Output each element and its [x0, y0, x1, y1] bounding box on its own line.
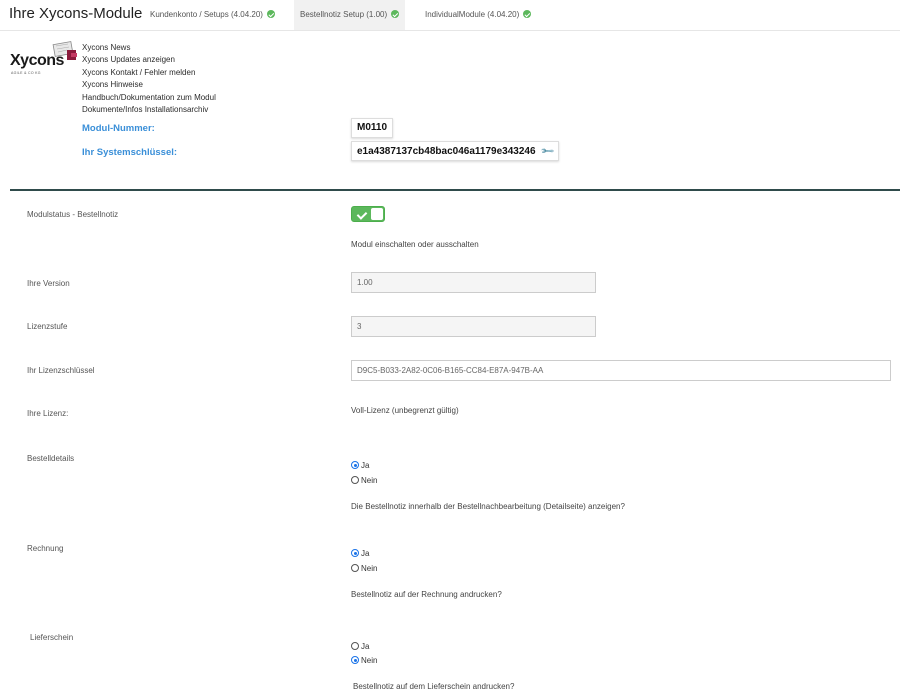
radio-unchecked-icon — [351, 642, 359, 650]
radio-checked-icon — [351, 656, 359, 664]
delivery-label: Lieferschein — [30, 633, 74, 642]
tab-bestellnotiz-setup[interactable]: Bestellnotiz Setup (1.00) — [294, 0, 406, 30]
module-status-toggle[interactable] — [351, 206, 385, 222]
radio-unchecked-icon — [351, 564, 359, 572]
invoice-yes[interactable]: Ja — [351, 549, 369, 559]
invoice-no[interactable]: Nein — [351, 564, 377, 574]
license-label: Ihre Lizenz: — [27, 409, 69, 418]
version-field[interactable] — [351, 272, 596, 293]
tab-label: Bestellnotiz Setup (1.00) — [300, 10, 388, 19]
tab-individualmodule[interactable]: IndividualModule (4.04.20) — [419, 0, 537, 30]
link-archive[interactable]: Dokumente/Infos Installationsarchiv — [82, 104, 216, 116]
radio-checked-icon — [351, 461, 359, 469]
system-key-box: e1a4387137cb48bac046a1179e343246 🔧 — [351, 141, 559, 161]
tab-label: Kundenkonto / Setups (4.04.20) — [150, 10, 263, 19]
radio-label: Ja — [361, 461, 370, 470]
logo-subtitle: AGILE & CO KG — [11, 71, 41, 75]
link-manual[interactable]: Handbuch/Dokumentation zum Modul — [82, 92, 216, 104]
license-level-label: Lizenzstufe — [27, 322, 68, 331]
section-divider — [10, 189, 900, 191]
xycons-links: Xycons News Xycons Updates anzeigen Xyco… — [82, 42, 216, 116]
radio-label: Nein — [361, 656, 378, 665]
radio-label: Ja — [361, 642, 370, 651]
tab-label: IndividualModule (4.04.20) — [425, 10, 520, 19]
order-details-label: Bestelldetails — [27, 454, 75, 463]
invoice-help: Bestellnotiz auf der Rechnung andrucken? — [351, 590, 502, 599]
radio-label: Nein — [361, 476, 378, 485]
order-details-no[interactable]: Nein — [351, 476, 377, 486]
system-key-value: e1a4387137cb48bac046a1179e343246 — [357, 146, 536, 157]
module-status-label: Modulstatus - Bestellnotiz — [27, 210, 119, 219]
link-updates[interactable]: Xycons Updates anzeigen — [82, 54, 216, 66]
tab-kundenkonto[interactable]: Kundenkonto / Setups (4.04.20) — [144, 0, 281, 30]
module-status-help: Modul einschalten oder ausschalten — [351, 240, 479, 249]
license-value: Voll-Lizenz (unbegrenzt gültig) — [351, 406, 459, 415]
module-number-value: M0110 — [351, 118, 394, 138]
radio-checked-icon — [351, 549, 359, 557]
license-key-field[interactable] — [351, 360, 891, 381]
check-circle-icon — [266, 10, 275, 18]
logo-wordmark: Xycons — [10, 52, 64, 69]
delivery-no[interactable]: Nein — [351, 656, 377, 666]
radio-label: Ja — [361, 549, 370, 558]
invoice-label: Rechnung — [27, 544, 64, 553]
delivery-help: Bestellnotiz auf dem Lieferschein andruc… — [353, 682, 515, 691]
module-number-label: Modul-Nummer: — [82, 123, 155, 134]
order-details-help: Die Bestellnotiz innerhalb der Bestellna… — [351, 502, 625, 511]
version-label: Ihre Version — [27, 279, 70, 288]
page-title: Ihre Xycons-Module — [9, 5, 143, 22]
check-circle-icon — [391, 10, 400, 18]
order-details-yes[interactable]: Ja — [351, 461, 369, 471]
radio-label: Nein — [361, 564, 378, 573]
top-navigation-bar: Ihre Xycons-Module Kundenkonto / Setups … — [0, 0, 900, 31]
checkmark-icon — [356, 208, 368, 220]
delivery-yes[interactable]: Ja — [351, 642, 369, 652]
license-level-field[interactable] — [351, 316, 596, 337]
system-key-label: Ihr Systemschlüssel: — [82, 147, 178, 158]
link-contact[interactable]: Xycons Kontakt / Fehler melden — [82, 67, 216, 79]
link-hints[interactable]: Xycons Hinweise — [82, 79, 216, 91]
radio-unchecked-icon — [351, 476, 359, 484]
wrench-icon[interactable]: 🔧 — [537, 141, 558, 162]
license-key-label: Ihr Lizenzschlüssel — [27, 366, 95, 375]
check-circle-icon — [523, 10, 532, 18]
link-news[interactable]: Xycons News — [82, 42, 216, 54]
toggle-knob — [371, 208, 383, 220]
